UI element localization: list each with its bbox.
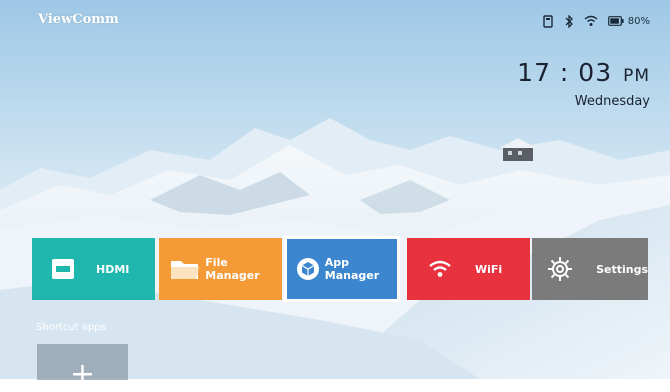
- tile-settings-label: Settings: [596, 262, 648, 276]
- gear-icon: [544, 252, 576, 286]
- tile-hdmi[interactable]: HDMI: [32, 238, 155, 300]
- clock-time: 17 : 03 PM: [517, 58, 650, 91]
- tile-settings[interactable]: Settings: [532, 238, 648, 300]
- clock-widget: 17 : 03 PM Wednesday: [517, 58, 650, 109]
- add-shortcut-button[interactable]: +: [37, 344, 128, 392]
- tile-file-manager[interactable]: File Manager: [159, 238, 282, 300]
- bluetooth-icon: [565, 14, 573, 28]
- tile-app-manager[interactable]: App Manager: [284, 236, 400, 302]
- plus-icon: +: [69, 357, 96, 392]
- tile-file-manager-label: File Manager: [205, 256, 260, 282]
- tile-app-manager-label: App Manager: [324, 256, 380, 282]
- usb-icon: [543, 14, 553, 28]
- shortcut-apps-label: Shortcut apps: [36, 322, 106, 333]
- clock-day: Wednesday: [574, 94, 650, 109]
- tile-wifi[interactable]: WiFi: [407, 238, 530, 300]
- battery-percent: 80%: [627, 15, 650, 27]
- cube-icon: [293, 252, 323, 286]
- app-tiles-row: HDMI File Manager App Manager WiFi Setti…: [32, 236, 648, 302]
- wifi-icon: [423, 252, 457, 286]
- time-value: 17 : 03: [517, 58, 613, 87]
- hdmi-icon: [46, 252, 80, 286]
- wifi-status-icon: [584, 15, 598, 26]
- battery-status: 80%: [607, 15, 650, 27]
- tile-hdmi-label: HDMI: [96, 262, 130, 276]
- battery-icon: [607, 16, 624, 26]
- brand-logo: ViewComm: [38, 12, 119, 27]
- status-bar: 80%: [542, 13, 650, 29]
- time-ampm: PM: [623, 66, 650, 86]
- tile-wifi-label: WiFi: [475, 262, 503, 276]
- folder-icon: [169, 252, 201, 286]
